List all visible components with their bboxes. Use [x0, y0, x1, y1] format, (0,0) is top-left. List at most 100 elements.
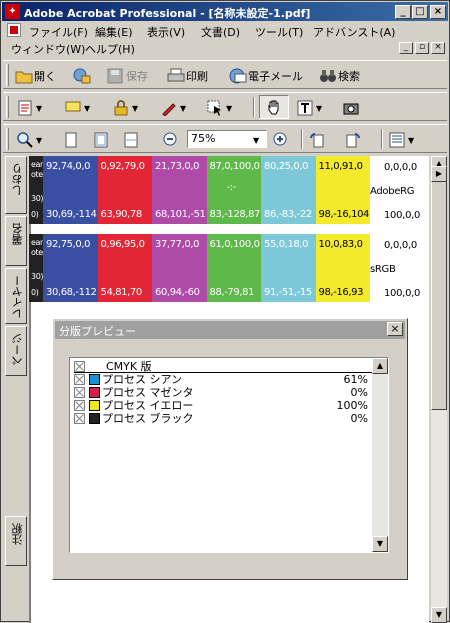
swatch-lab: 98,-16,93	[318, 287, 364, 298]
color-swatch: 87,0,100,0 -:- 83,-128,87	[206, 156, 261, 224]
separation-label: プロセス イエロー	[102, 399, 194, 412]
menu-window[interactable]: ウィンドウ(W)	[11, 41, 85, 57]
checkbox[interactable]	[74, 387, 85, 398]
mdi-restore-button[interactable]: ▫	[415, 42, 429, 54]
tab-bookmarks[interactable]: しおり	[5, 156, 27, 214]
zoom-out-button[interactable]	[163, 129, 179, 151]
swatch-lab: 30,68,-112	[46, 287, 97, 298]
tab-comments[interactable]: 注釈	[5, 516, 27, 566]
secure-button[interactable]: ▼	[113, 97, 138, 119]
checkbox[interactable]	[74, 413, 85, 424]
snapshot-button[interactable]	[343, 97, 359, 119]
zoom-out-icon	[163, 132, 179, 148]
organizer-icon	[73, 68, 91, 84]
swatch-left-text: 30)	[31, 272, 44, 281]
rotate-cw-button[interactable]	[345, 129, 361, 151]
minimize-button[interactable]: _	[395, 5, 411, 19]
swatch-cmyk: 61,0,100,0	[209, 239, 260, 250]
checkbox[interactable]	[74, 400, 85, 411]
dialog-close-button[interactable]: ×	[387, 322, 403, 336]
swatch-cmyk: 80,25,0,0	[264, 161, 309, 172]
page-layout-button[interactable]: ▼	[389, 129, 414, 151]
close-button[interactable]: ×	[430, 5, 446, 19]
create-pdf-icon	[17, 100, 33, 116]
maximize-button[interactable]: □	[412, 5, 428, 19]
fit-width-button[interactable]	[123, 129, 139, 151]
cmyk-plates-row[interactable]: CMYK 版	[74, 360, 374, 373]
organizer-button[interactable]	[73, 65, 91, 87]
panel-arrow-button[interactable]: ▶	[431, 166, 447, 182]
dialog-title-bar: 分版プレビュー ×	[55, 321, 405, 339]
separation-row[interactable]: プロセス ブラック 0%	[74, 412, 374, 425]
checkbox[interactable]	[74, 374, 85, 385]
mdi-minimize-button[interactable]: _	[399, 42, 413, 54]
scroll-down-button[interactable]: ▼	[431, 607, 447, 623]
separation-value: 100%	[336, 399, 368, 412]
menu-advanced[interactable]: アドバンスト(A)	[313, 24, 395, 40]
swatch-left-text: 30)	[31, 194, 44, 203]
checkbox[interactable]	[74, 361, 85, 372]
swatch-lab: 88,-79,81	[209, 287, 255, 298]
search-label: 検索	[338, 70, 360, 83]
comment-button[interactable]: ▼	[65, 97, 90, 119]
dialog-title: 分版プレビュー	[59, 325, 136, 338]
vertical-scrollbar[interactable]: ▲ ▼	[431, 156, 447, 623]
rotate-ccw-button[interactable]	[309, 129, 325, 151]
ink-color-swatch	[89, 374, 100, 385]
open-button[interactable]: 開く	[15, 65, 56, 87]
search-button[interactable]: 検索	[319, 65, 360, 87]
tasks-toolbar: ▼ ▼ ▼ ▼ ▼ ▼	[3, 92, 447, 121]
tab-signatures[interactable]: 署名	[5, 216, 27, 266]
zoom-tool-button[interactable]: ▼	[17, 129, 42, 151]
save-button[interactable]: 保存	[107, 65, 148, 87]
print-button[interactable]: 印刷	[167, 65, 208, 87]
pen-icon	[161, 100, 177, 117]
mdi-close-button[interactable]: ×	[431, 42, 445, 54]
sign-button[interactable]: ▼	[161, 97, 186, 119]
scroll-thumb[interactable]	[431, 174, 447, 410]
email-icon	[229, 68, 247, 84]
menu-document[interactable]: 文書(D)	[201, 24, 240, 40]
comment-icon	[65, 100, 81, 116]
list-scrollbar[interactable]: ▲ ▼	[372, 358, 388, 552]
separation-value: 0%	[350, 386, 368, 399]
menu-tools[interactable]: ツール(T)	[255, 24, 303, 40]
tab-layers[interactable]: レイヤー	[5, 268, 27, 324]
create-pdf-button[interactable]: ▼	[17, 97, 42, 119]
swatch-right-text: 0,0,0,0	[384, 240, 417, 251]
swatch-left-black: ean oted 30) 0)	[29, 156, 48, 224]
fit-page-button[interactable]	[93, 129, 109, 151]
menu-edit[interactable]: 編集(E)	[95, 24, 133, 40]
text-select-button[interactable]: ▼	[297, 97, 322, 119]
list-scroll-up-button[interactable]: ▲	[372, 358, 388, 374]
zoom-dropdown-button[interactable]: ▼	[253, 129, 259, 151]
separation-label: プロセス マゼンタ	[102, 386, 194, 399]
separation-row[interactable]: プロセス マゼンタ 0%	[74, 386, 374, 399]
zoom-in-button[interactable]	[273, 129, 289, 151]
hand-tool-button[interactable]	[259, 95, 289, 119]
swatch-cmyk: 21,73,0,0	[155, 161, 200, 172]
separation-row[interactable]: プロセス シアン 61%	[74, 373, 374, 386]
list-scroll-down-button[interactable]: ▼	[372, 536, 388, 552]
swatch-right-text: AdobeRG	[370, 186, 415, 197]
swatch-cmyk: 55,0,18,0	[264, 239, 309, 250]
email-label: 電子メール	[248, 70, 303, 83]
swatch-lab: 98,-16,104	[318, 209, 370, 220]
menu-file[interactable]: ファイル(F)	[29, 24, 88, 40]
email-button[interactable]: 電子メール	[229, 65, 303, 87]
form-select-button[interactable]: ▼	[207, 97, 232, 119]
swatch-cmyk: 37,77,0,0	[155, 239, 200, 250]
color-swatch: 11,0,91,0 98,-16,104	[315, 156, 370, 224]
separation-row[interactable]: プロセス イエロー 100%	[74, 399, 374, 412]
menu-view[interactable]: 表示(V)	[147, 24, 185, 40]
swatch-left-text: 0)	[31, 210, 39, 219]
separation-label: プロセス ブラック	[102, 412, 194, 425]
actual-size-button[interactable]	[63, 129, 79, 151]
swatch-left-text: 0)	[31, 288, 39, 297]
printer-icon	[167, 68, 185, 84]
window-title: Adobe Acrobat Professional - [名称未設定-1.pd…	[24, 7, 311, 20]
tab-pages[interactable]: ページ	[5, 326, 27, 376]
color-swatch: 92,74,0,0 30,69,-114	[43, 156, 98, 224]
swatch-cmyk: 0,96,95,0	[100, 239, 146, 250]
menu-help[interactable]: ヘルプ(H)	[85, 41, 135, 57]
